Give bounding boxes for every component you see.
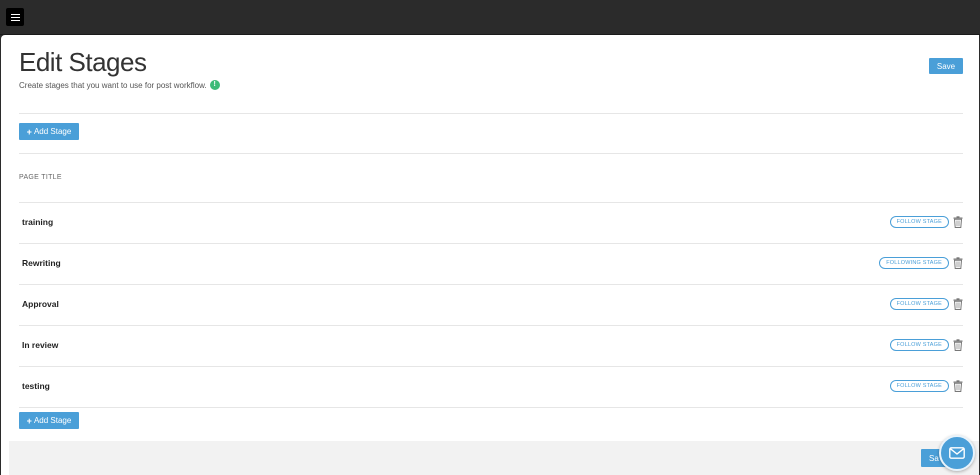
following-stage-toggle[interactable]: FOLLOWING STAGE bbox=[879, 257, 949, 269]
page-title: Edit Stages bbox=[19, 47, 147, 77]
stage-row: training FOLLOW STAGE bbox=[19, 202, 963, 243]
trash-icon[interactable] bbox=[953, 216, 963, 228]
follow-stage-toggle[interactable]: FOLLOW STAGE bbox=[889, 380, 949, 392]
envelope-icon bbox=[949, 447, 965, 459]
add-stage-button[interactable]: + Add Stage bbox=[19, 123, 79, 140]
trash-icon[interactable] bbox=[953, 339, 963, 351]
page-subtitle: Create stages that you want to use for p… bbox=[19, 80, 220, 90]
stage-name[interactable]: Rewriting bbox=[22, 258, 61, 268]
stage-row: Rewriting FOLLOWING STAGE bbox=[19, 243, 963, 284]
stage-row: Approval FOLLOW STAGE bbox=[19, 284, 963, 325]
subtitle-text: Create stages that you want to use for p… bbox=[19, 80, 207, 90]
follow-stage-toggle[interactable]: FOLLOW STAGE bbox=[889, 216, 949, 228]
plus-icon: + bbox=[26, 415, 32, 426]
follow-stage-toggle[interactable]: FOLLOW STAGE bbox=[889, 298, 949, 310]
save-button[interactable]: Save bbox=[929, 58, 963, 74]
add-stage-label: Add Stage bbox=[33, 416, 72, 425]
column-header-page-title: PAGE TITLE bbox=[19, 174, 62, 181]
follow-stage-toggle[interactable]: FOLLOW STAGE bbox=[889, 339, 949, 351]
hamburger-menu-icon[interactable] bbox=[6, 8, 24, 26]
chat-widget-button[interactable] bbox=[939, 435, 975, 471]
stage-row: testing FOLLOW STAGE bbox=[19, 366, 963, 408]
stage-name[interactable]: training bbox=[22, 217, 53, 227]
top-bar bbox=[0, 0, 980, 35]
add-stage-button[interactable]: + Add Stage bbox=[19, 412, 79, 429]
plus-icon: + bbox=[26, 126, 32, 137]
add-stage-label: Add Stage bbox=[33, 127, 72, 136]
stage-name[interactable]: testing bbox=[22, 381, 50, 391]
trash-icon[interactable] bbox=[953, 298, 963, 310]
stage-name[interactable]: In review bbox=[22, 340, 58, 350]
info-icon[interactable]: ! bbox=[209, 80, 220, 90]
footer-bar bbox=[9, 441, 979, 475]
stage-name[interactable]: Approval bbox=[22, 299, 59, 309]
trash-icon[interactable] bbox=[953, 380, 963, 392]
stage-row: In review FOLLOW STAGE bbox=[19, 325, 963, 366]
divider bbox=[19, 153, 963, 154]
trash-icon[interactable] bbox=[953, 257, 963, 269]
main-panel: Edit Stages Create stages that you want … bbox=[1, 35, 979, 475]
divider bbox=[19, 113, 963, 114]
